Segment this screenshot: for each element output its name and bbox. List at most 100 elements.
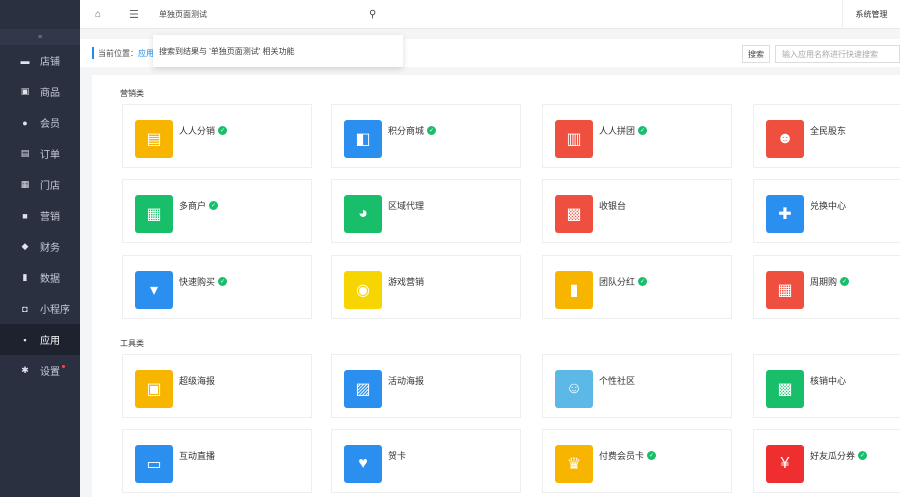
sidebar-item-label: 小程序 [40,305,70,316]
sidebar-item-label: 门店 [40,181,60,192]
breadcrumb-prefix: 当前位置： [98,49,138,58]
bar-chart-icon: ▮ [22,272,28,282]
sidebar-item[interactable]: ▮ 数据 [0,262,80,293]
sidebar-item[interactable]: ▬ 店铺 [0,45,80,76]
image-icon: ▣ [20,86,30,96]
app-name: 周期购 [810,277,838,287]
verified-check-icon: ✓ [858,451,868,460]
group-buy-icon: ▥ [555,120,593,158]
sidebar-item[interactable]: ■ 营销 [0,200,80,231]
app-card[interactable]: ♛ 付费会员卡 ✓ [542,429,732,493]
app-card[interactable]: ▥ 人人拼团 ✓ [542,104,732,168]
app-card[interactable]: ▤ 人人分销 ✓ [122,104,312,168]
app-name-row: 周期购 ✓ [810,275,850,288]
app-name-row: 快速购买 ✓ [179,275,228,288]
app-name: 个性社区 [599,376,636,386]
distribution-icon: ▤ [135,120,173,158]
sidebar-item-label: 财务 [40,243,60,254]
app-name: 超级海报 [179,376,216,386]
app-name: 兑换中心 [810,201,847,211]
app-card[interactable]: ▭ 互动直播 [122,429,312,493]
app-name: 付费会员卡 [599,451,645,461]
sidebar-item[interactable]: ◘ 小程序 [0,293,80,324]
app-card[interactable]: ☺ 个性社区 [542,354,732,418]
app-name-row: 收银台 [599,199,626,212]
sidebar-item[interactable]: ▤ 订单 [0,138,80,169]
sidebar-item-label: 数据 [40,274,60,285]
document-icon: ▤ [20,148,30,158]
search-input[interactable]: 单独页面测试 [159,9,369,20]
app-card[interactable]: ◧ 积分商城 ✓ [331,104,521,168]
sidebar-item[interactable]: ◆ 财务 [0,231,80,262]
breadcrumb-marker [92,47,94,59]
app-card[interactable]: ▦ 周期购 ✓ [753,255,900,319]
app-card[interactable]: ◕ 区域代理 [331,179,521,243]
app-name-row: 人人拼团 ✓ [599,124,648,137]
app-name-row: 互动直播 [179,449,215,462]
app-card[interactable]: ▩ 核销中心 [753,354,900,418]
app-name-row: 团队分红 ✓ [599,275,648,288]
sidebar-item[interactable]: ● 会员 [0,107,80,138]
app-name-row: 付费会员卡 ✓ [599,449,657,462]
app-name-row: 核销中心 [810,374,846,387]
app-name: 快速购买 [179,277,216,287]
app-card[interactable]: ◉ 游戏营销 [331,255,521,319]
sidebar-item-label: 订单 [40,150,60,161]
app-card[interactable]: ▮ 团队分红 ✓ [542,255,732,319]
sidebar-item-label: 商品 [40,88,60,99]
app-name-row: 好友瓜分券 ✓ [810,449,868,462]
red-envelope-icon: ¥ [766,445,804,483]
app-name: 收银台 [599,201,627,211]
sidebar-item[interactable]: ▪ 应用 [0,324,80,355]
search-suggestion-text[interactable]: 搜索到结果与 '单独页面测试' 相关功能 [159,46,295,57]
app-card[interactable]: ▦ 多商户 ✓ [122,179,312,243]
sidebar-item-label: 店铺 [40,57,60,68]
community-icon: ☺ [555,370,593,408]
activity-poster-icon: ▨ [344,370,382,408]
tv-live-icon: ▭ [135,445,173,483]
app-name: 人人拼团 [599,126,636,136]
sidebar-item[interactable]: ▦ 门店 [0,169,80,200]
app-card[interactable]: ▨ 活动海报 [331,354,521,418]
verified-check-icon: ✓ [209,201,219,210]
app-name: 好友瓜分券 [810,451,856,461]
exchange-gift-icon: ✚ [766,195,804,233]
app-name: 核销中心 [810,376,847,386]
app-name-row: 人人分销 ✓ [179,124,228,137]
section-title: 营销类 [120,89,144,98]
section-title: 工具类 [120,339,144,348]
app-name-row: 兑换中心 [810,199,846,212]
app-card[interactable]: ▣ 超级海报 [122,354,312,418]
app-card[interactable]: ▩ 收银台 [542,179,732,243]
greeting-card-icon: ♥ [344,445,382,483]
app-name: 人人分销 [179,126,216,136]
app-name: 多商户 [179,201,207,211]
system-admin-link[interactable]: 系统管理 [842,0,900,29]
app-search-input[interactable]: 输入应用名称进行快速搜索 [775,45,900,63]
app-name: 区域代理 [388,201,425,211]
verified-check-icon: ✓ [647,451,657,460]
verified-check-icon: ✓ [840,277,850,286]
search-suggestion-dropdown[interactable]: 搜索到结果与 '单独页面测试' 相关功能 [153,35,403,67]
app-card[interactable]: ▾ 快速购买 ✓ [122,255,312,319]
app-card[interactable]: ✚ 兑换中心 [753,179,900,243]
breadcrumb-link[interactable]: 应用 [138,49,154,58]
sidebar-item[interactable]: ✱ 设置 [0,355,80,386]
app-name-row: 区域代理 [388,199,424,212]
app-name-row: 游戏营销 [388,275,424,288]
multi-merchant-icon: ▦ [135,195,173,233]
home-icon[interactable]: ⌂ [93,9,103,20]
menu-icon[interactable]: ☰ [129,8,139,21]
app-card[interactable]: ☻ 全民股东 [753,104,900,168]
app-search-select[interactable]: 搜索 [742,45,770,63]
app-card[interactable]: ¥ 好友瓜分券 ✓ [753,429,900,493]
search-icon[interactable]: ⚲ [369,9,376,20]
qr-code-icon: ▩ [766,370,804,408]
app-card[interactable]: ♥ 贺卡 [331,429,521,493]
sidebar-item[interactable]: ▣ 商品 [0,76,80,107]
region-agent-icon: ◕ [344,195,382,233]
store-icon: ▦ [20,179,30,189]
sidebar-item-label: 设置 [40,367,60,378]
app-name-row: 多商户 ✓ [179,199,219,212]
collapse-icon[interactable]: ≡ [0,29,80,45]
